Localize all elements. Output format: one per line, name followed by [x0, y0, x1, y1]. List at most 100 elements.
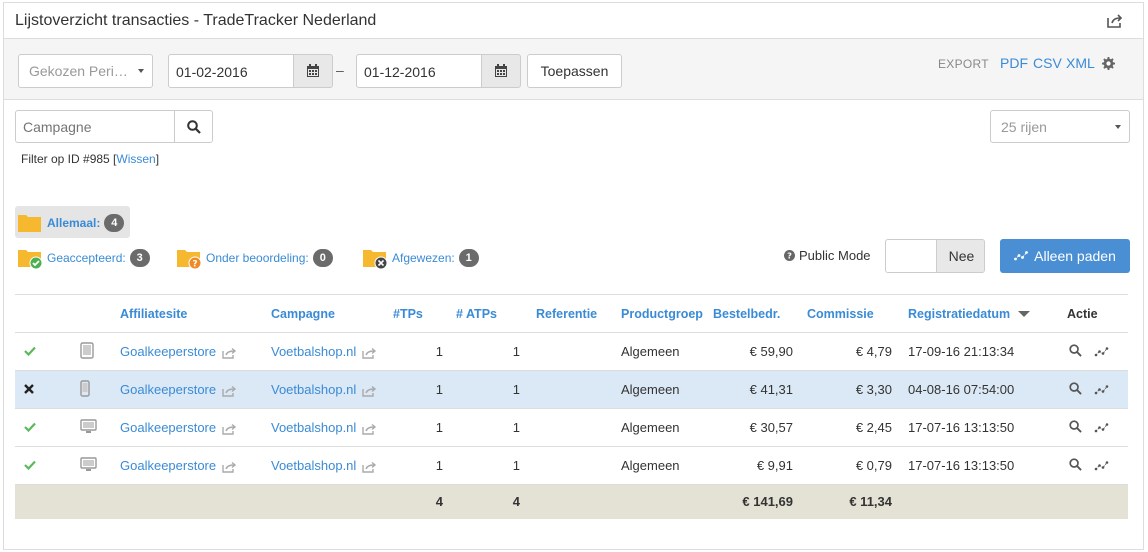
- public-mode-value: Nee: [936, 240, 984, 272]
- external-link-icon[interactable]: [356, 420, 377, 435]
- date-separator: –: [336, 62, 344, 78]
- col-affiliate[interactable]: Affiliatesite: [120, 294, 271, 333]
- table-row[interactable]: Goalkeeperstore Voetbalshop.nl 1 1 Algemeen €…: [15, 408, 1128, 447]
- atps-cell: 1: [456, 332, 520, 371]
- view-paths-icon[interactable]: [1094, 383, 1109, 398]
- date-from-calendar-button[interactable]: [293, 54, 333, 88]
- reference-cell: [520, 332, 605, 371]
- folder-all[interactable]: Allemaal: 4: [17, 212, 125, 234]
- gear-icon[interactable]: [1102, 57, 1115, 70]
- action-cell: [1052, 446, 1128, 485]
- export-xml-link[interactable]: XML: [1066, 55, 1095, 71]
- external-link-icon[interactable]: [216, 420, 237, 435]
- atps-cell: 1: [456, 408, 520, 447]
- calendar-icon: [495, 64, 507, 77]
- col-tps[interactable]: #TPs: [393, 294, 456, 333]
- view-paths-icon[interactable]: [1094, 345, 1109, 360]
- external-link-icon[interactable]: [216, 382, 237, 397]
- total-order-amount: € 141,69: [713, 484, 807, 519]
- view-details-icon[interactable]: [1069, 457, 1082, 474]
- col-atps[interactable]: # ATPs: [456, 294, 520, 333]
- folder-all-count: 4: [104, 214, 125, 232]
- view-details-icon[interactable]: [1069, 419, 1082, 436]
- table-row[interactable]: Goalkeeperstore Voetbalshop.nl 1 1 Algemeen €…: [15, 446, 1128, 485]
- col-order-amount[interactable]: Bestelbedr.: [713, 294, 807, 333]
- affiliate-cell: Goalkeeperstore: [120, 332, 271, 371]
- filter-info: Filter op ID #985 [Wissen]: [21, 152, 159, 166]
- date-from-input[interactable]: 01-02-2016: [168, 54, 294, 88]
- device-desktop-icon: [70, 446, 120, 485]
- search-button[interactable]: [174, 110, 213, 143]
- folder-accepted-label: Geaccepteerd:: [47, 251, 126, 265]
- action-cell: [1052, 370, 1128, 409]
- external-link-icon[interactable]: [216, 344, 237, 359]
- col-commission[interactable]: Commissie: [807, 294, 897, 333]
- campaign-link[interactable]: Voetbalshop.nl: [271, 344, 356, 359]
- col-reference[interactable]: Referentie: [520, 294, 605, 333]
- transactions-table: Affiliatesite Campagne #TPs # ATPs Refer…: [15, 294, 1128, 519]
- col-productgroup[interactable]: Productgroep: [605, 294, 713, 333]
- totals-cell: [897, 484, 1052, 519]
- only-paths-button[interactable]: Alleen paden: [1000, 239, 1130, 273]
- period-select[interactable]: Gekozen Peri…: [18, 54, 153, 88]
- productgroup-cell: Algemeen: [605, 332, 713, 371]
- registration-date-cell: 17-09-16 21:13:34: [897, 332, 1052, 371]
- svg-text:?: ?: [787, 251, 792, 261]
- rows-per-page-select[interactable]: 25 rijen: [990, 110, 1130, 143]
- affiliate-link[interactable]: Goalkeeperstore: [120, 420, 216, 435]
- folder-pending[interactable]: ? Onder beoordeling: 0: [176, 247, 333, 269]
- folder-accepted[interactable]: Geaccepteerd: 3: [17, 247, 150, 269]
- registration-date-cell: 17-07-16 13:13:50: [897, 446, 1052, 485]
- order-amount-cell: € 9,91: [713, 446, 807, 485]
- campaign-link[interactable]: Voetbalshop.nl: [271, 458, 356, 473]
- productgroup-cell: Algemeen: [605, 370, 713, 409]
- folder-accepted-count: 3: [129, 249, 150, 267]
- commission-cell: € 0,79: [807, 446, 897, 485]
- filter-bracket: ]: [155, 152, 160, 166]
- folder-pending-icon: ?: [177, 250, 202, 269]
- date-to-calendar-button[interactable]: [481, 54, 521, 88]
- period-select-value: Gekozen Peri…: [29, 63, 128, 79]
- apply-button[interactable]: Toepassen: [527, 54, 622, 88]
- commission-cell: € 4,79: [807, 332, 897, 371]
- chevron-down-icon: [1115, 125, 1121, 129]
- campaign-link[interactable]: Voetbalshop.nl: [271, 382, 356, 397]
- col-campaign[interactable]: Campagne: [271, 294, 393, 333]
- tps-cell: 1: [393, 446, 456, 485]
- date-to-input[interactable]: 01-12-2016: [356, 54, 482, 88]
- view-paths-icon[interactable]: [1094, 459, 1109, 474]
- view-paths-icon[interactable]: [1094, 421, 1109, 436]
- only-paths-label: Alleen paden: [1034, 248, 1116, 264]
- table-row[interactable]: Goalkeeperstore Voetbalshop.nl 1 1 Algemeen €…: [15, 332, 1128, 371]
- external-link-icon[interactable]: [356, 458, 377, 473]
- affiliate-link[interactable]: Goalkeeperstore: [120, 344, 216, 359]
- campaign-link[interactable]: Voetbalshop.nl: [271, 420, 356, 435]
- folder-rejected[interactable]: Afgewezen: 1: [362, 247, 479, 269]
- productgroup-cell: Algemeen: [605, 408, 713, 447]
- totals-cell: [271, 484, 393, 519]
- col-registration-date[interactable]: Registratiedatum: [897, 294, 1052, 333]
- public-mode-toggle[interactable]: Nee: [885, 239, 985, 273]
- tps-cell: 1: [393, 332, 456, 371]
- calendar-icon: [307, 64, 319, 77]
- view-details-icon[interactable]: [1069, 381, 1082, 398]
- affiliate-link[interactable]: Goalkeeperstore: [120, 458, 216, 473]
- clear-filter-link[interactable]: Wissen: [116, 152, 155, 166]
- external-link-icon[interactable]: [356, 382, 377, 397]
- share-icon[interactable]: [1107, 14, 1123, 28]
- external-link-icon[interactable]: [356, 344, 377, 359]
- view-details-icon[interactable]: [1069, 343, 1082, 360]
- affiliate-link[interactable]: Goalkeeperstore: [120, 382, 216, 397]
- campaign-cell: Voetbalshop.nl: [271, 332, 393, 371]
- external-link-icon[interactable]: [216, 458, 237, 473]
- campaign-cell: Voetbalshop.nl: [271, 446, 393, 485]
- table-row[interactable]: Goalkeeperstore Voetbalshop.nl 1 1 Algemeen €…: [15, 370, 1128, 409]
- campaign-search-input[interactable]: [15, 110, 175, 143]
- totals-cell: [15, 484, 70, 519]
- public-mode-text: Public Mode: [799, 248, 871, 263]
- device-desktop-icon: [70, 408, 120, 447]
- export-pdf-link[interactable]: PDF: [1000, 55, 1028, 71]
- action-cell: [1052, 332, 1128, 371]
- export-csv-link[interactable]: CSV: [1033, 55, 1062, 71]
- total-tps: 4: [393, 484, 456, 519]
